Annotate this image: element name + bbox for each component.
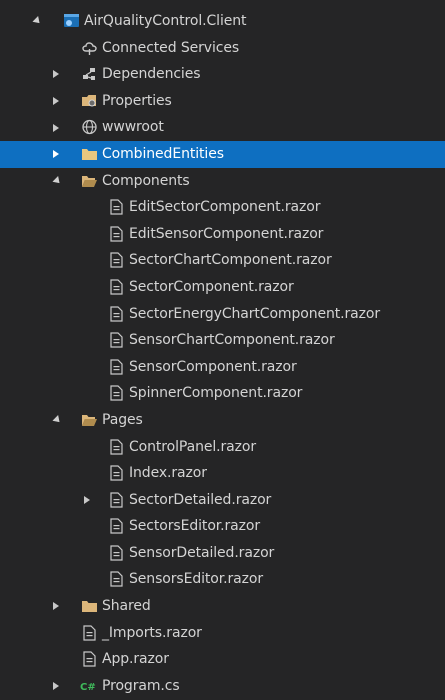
tree-item-pages[interactable]: Pages [0, 407, 445, 434]
tree-item-label: CombinedEntities [102, 145, 224, 162]
solution-explorer-tree: AirQualityControl.Client Connected Servi… [0, 0, 445, 700]
tree-item-label: SectorsEditor.razor [129, 518, 261, 535]
folder-icon [82, 601, 97, 613]
razor-file-icon [83, 625, 96, 641]
tree-item-label: EditSectorComponent.razor [129, 199, 321, 216]
tree-item-wwwroot[interactable]: wwwroot [0, 114, 445, 141]
tree-item-label: App.razor [102, 651, 169, 668]
expand-arrow-icon[interactable] [49, 141, 63, 168]
razor-file-icon [110, 518, 123, 534]
tree-item-file[interactable]: SensorChartComponent.razor [0, 327, 445, 354]
razor-file-icon [110, 332, 123, 348]
tree-item-label: SectorChartComponent.razor [129, 252, 332, 269]
expand-arrow-icon[interactable] [49, 407, 63, 434]
tree-item-label: Pages [102, 411, 143, 428]
razor-file-icon [110, 571, 123, 588]
razor-file-icon [110, 279, 123, 295]
expand-arrow-icon[interactable] [29, 8, 43, 35]
razor-file-icon [110, 438, 123, 455]
csharp-file-icon: C# [80, 682, 96, 693]
tree-item-label: SensorsEditor.razor [129, 571, 263, 588]
tree-item-label: Index.razor [129, 465, 207, 482]
expand-arrow-icon[interactable] [49, 593, 63, 620]
tree-item-label: Components [102, 172, 190, 189]
tree-item-program[interactable]: C# Program.cs [0, 673, 445, 700]
tree-item-dependencies[interactable]: Dependencies [0, 61, 445, 88]
razor-file-icon [110, 359, 123, 375]
tree-item-file[interactable]: SectorEnergyChartComponent.razor [0, 301, 445, 328]
folder-open-icon [82, 414, 97, 426]
tree-item-label: SensorDetailed.razor [129, 544, 275, 561]
tree-item-label: Dependencies [102, 66, 201, 83]
globe-icon [82, 120, 97, 135]
tree-item-label: wwwroot [102, 119, 164, 136]
tree-item-file[interactable]: SectorDetailed.razor [0, 487, 445, 514]
folder-icon [82, 148, 97, 160]
tree-item-label: Properties [102, 92, 172, 109]
tree-item-label: SectorEnergyChartComponent.razor [129, 305, 381, 322]
tree-item-label: Program.cs [102, 677, 180, 694]
tree-item-file[interactable]: SpinnerComponent.razor [0, 380, 445, 407]
tree-item-label: SectorDetailed.razor [129, 491, 272, 508]
tree-item-combined-entities[interactable]: CombinedEntities [0, 140, 445, 168]
tree-item-label: SensorChartComponent.razor [129, 332, 335, 349]
expand-arrow-icon[interactable] [49, 673, 63, 700]
tree-item-shared[interactable]: Shared [0, 593, 445, 620]
expand-arrow-icon[interactable] [80, 487, 94, 514]
tree-item-label: _Imports.razor [102, 624, 202, 641]
razor-file-icon [110, 226, 123, 242]
tree-item-label: ControlPanel.razor [129, 438, 257, 455]
tree-item-properties[interactable]: Properties [0, 88, 445, 115]
tree-item-file[interactable]: SensorDetailed.razor [0, 540, 445, 567]
tree-item-file[interactable]: ControlPanel.razor [0, 434, 445, 461]
expand-arrow-icon[interactable] [49, 168, 63, 195]
tree-item-label: EditSensorComponent.razor [129, 225, 324, 242]
properties-icon [82, 94, 96, 107]
tree-item-label: Shared [102, 598, 151, 615]
razor-file-icon [110, 199, 123, 215]
razor-file-icon [110, 252, 123, 268]
tree-item-connected-services[interactable]: Connected Services [0, 35, 445, 62]
project-icon [64, 14, 79, 27]
folder-open-icon [82, 175, 97, 187]
tree-item-file[interactable]: SensorComponent.razor [0, 354, 445, 381]
expand-arrow-icon[interactable] [49, 88, 63, 115]
razor-file-icon [110, 305, 123, 322]
razor-file-icon [83, 651, 96, 667]
razor-file-icon [110, 385, 123, 401]
tree-item-components[interactable]: Components [0, 168, 445, 195]
svg-text:C#: C# [80, 682, 96, 693]
razor-file-icon [110, 465, 123, 481]
tree-item-file[interactable]: SectorChartComponent.razor [0, 247, 445, 274]
tree-item-label: SpinnerComponent.razor [129, 385, 303, 402]
tree-item-file[interactable]: EditSectorComponent.razor [0, 194, 445, 221]
tree-item-file[interactable]: Index.razor [0, 460, 445, 487]
razor-file-icon [110, 545, 123, 561]
tree-item-file[interactable]: SectorComponent.razor [0, 274, 445, 301]
tree-item-imports[interactable]: _Imports.razor [0, 620, 445, 647]
tree-item-file[interactable]: EditSensorComponent.razor [0, 221, 445, 248]
connected-services-icon [82, 41, 97, 55]
tree-item-file[interactable]: SensorsEditor.razor [0, 566, 445, 593]
dependencies-icon [83, 68, 95, 81]
tree-item-app[interactable]: App.razor [0, 646, 445, 673]
tree-item-label: Connected Services [102, 39, 240, 56]
razor-file-icon [110, 492, 123, 508]
expand-arrow-icon[interactable] [49, 61, 63, 88]
tree-item-label: SensorComponent.razor [129, 358, 297, 375]
tree-item-label: SectorComponent.razor [129, 278, 294, 295]
tree-item-project[interactable]: AirQualityControl.Client [0, 8, 445, 35]
tree-item-file[interactable]: SectorsEditor.razor [0, 513, 445, 540]
tree-item-label: AirQualityControl.Client [84, 13, 247, 29]
expand-arrow-icon[interactable] [49, 114, 63, 141]
